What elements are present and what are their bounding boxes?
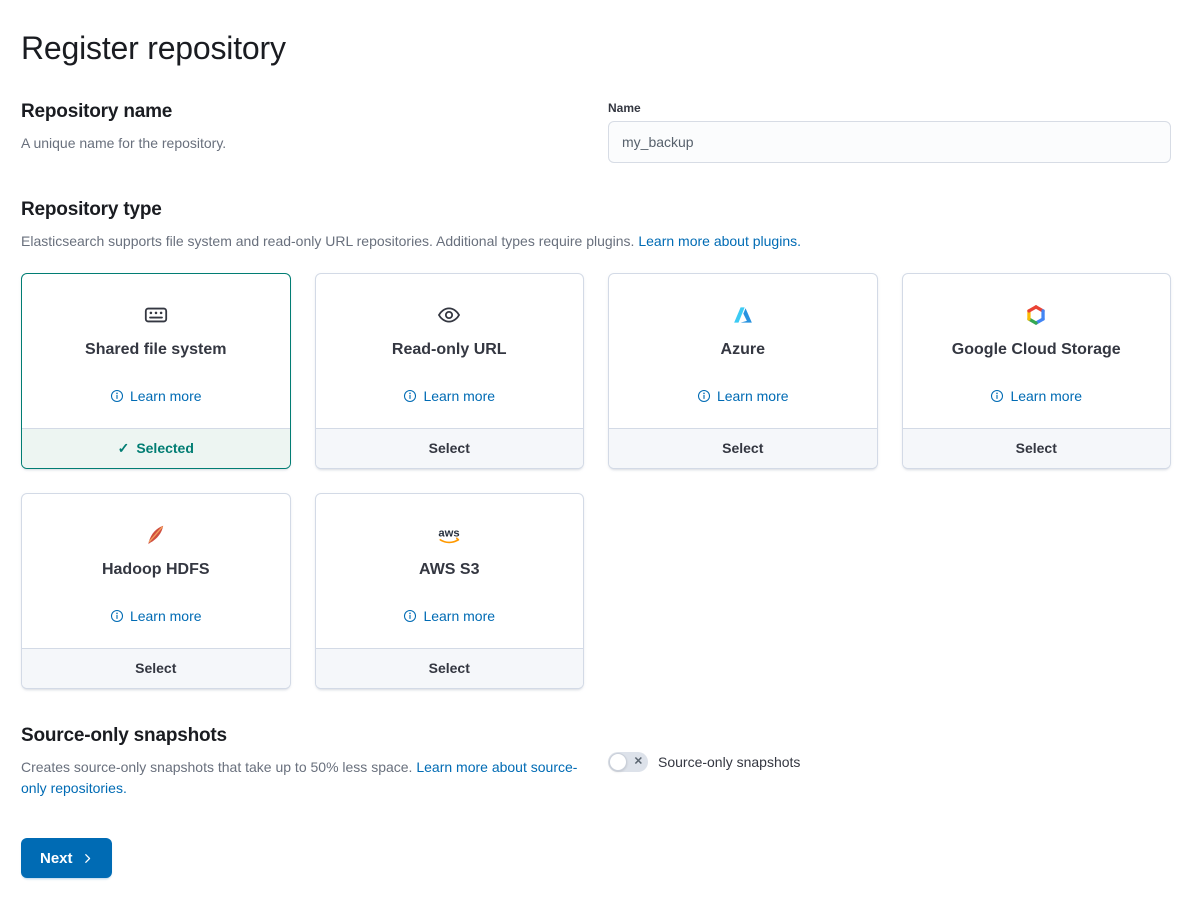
- card-footer-label: Select: [722, 440, 763, 456]
- hadoop-hdfs-feather-icon: [36, 522, 276, 548]
- repo-type-grid: Shared file system Learn more ✓ Selected…: [21, 273, 1171, 689]
- learn-more-link[interactable]: Learn more: [110, 608, 202, 624]
- repo-type-card-google-cloud-storage[interactable]: Google Cloud Storage Learn more ✓ Select: [902, 273, 1172, 469]
- select-button[interactable]: ✓ Select: [903, 428, 1171, 468]
- learn-more-label: Learn more: [130, 388, 202, 404]
- learn-more-label: Learn more: [423, 608, 495, 624]
- source-only-field-column: ✕ Source-only snapshots: [608, 752, 1171, 772]
- select-button[interactable]: ✓ Select: [316, 648, 584, 688]
- page-title: Register repository: [21, 30, 1171, 67]
- card-title: Hadoop HDFS: [36, 561, 276, 579]
- card-title: AWS S3: [330, 561, 570, 579]
- card-footer-label: Select: [135, 660, 176, 676]
- card-body: aws AWS S3 Learn more: [316, 494, 584, 648]
- card-body: Read-only URL Learn more: [316, 274, 584, 428]
- select-button[interactable]: ✓ Select: [22, 648, 290, 688]
- repo-type-card-azure[interactable]: Azure Learn more ✓ Select: [608, 273, 878, 469]
- card-body: Google Cloud Storage Learn more: [903, 274, 1171, 428]
- repo-type-card-hadoop-hdfs[interactable]: Hadoop HDFS Learn more ✓ Select: [21, 493, 291, 689]
- card-footer-label: Selected: [136, 440, 194, 456]
- info-icon: [110, 389, 124, 403]
- info-icon: [403, 389, 417, 403]
- learn-more-link[interactable]: Learn more: [990, 388, 1082, 404]
- source-only-toggle[interactable]: ✕: [608, 752, 648, 772]
- info-icon: [697, 389, 711, 403]
- aws-s3-logo-icon: aws: [330, 522, 570, 548]
- source-only-toggle-label[interactable]: Source-only snapshots: [658, 754, 800, 770]
- source-only-heading: Source-only snapshots: [21, 725, 584, 747]
- repository-type-heading: Repository type: [21, 199, 1171, 221]
- card-body: Azure Learn more: [609, 274, 877, 428]
- toggle-knob[interactable]: [609, 753, 627, 771]
- source-only-description: Creates source-only snapshots that take …: [21, 759, 412, 775]
- azure-logo-icon: [623, 302, 863, 328]
- learn-more-label: Learn more: [130, 608, 202, 624]
- card-footer-label: Select: [429, 660, 470, 676]
- google-cloud-storage-logo-icon: [917, 302, 1157, 328]
- source-only-section: Source-only snapshots Creates source-onl…: [21, 725, 1171, 800]
- next-button[interactable]: Next: [21, 838, 112, 878]
- source-only-description-row: Creates source-only snapshots that take …: [21, 757, 584, 800]
- repository-type-description-row: Elasticsearch supports file system and r…: [21, 231, 1171, 253]
- plugins-learn-more-link[interactable]: Learn more about plugins.: [638, 233, 801, 249]
- check-icon: ✓: [118, 440, 130, 457]
- repository-name-input[interactable]: [608, 121, 1171, 163]
- learn-more-link[interactable]: Learn more: [697, 388, 789, 404]
- selected-indicator[interactable]: ✓ Selected: [22, 428, 290, 468]
- select-button[interactable]: ✓ Select: [609, 428, 877, 468]
- learn-more-label: Learn more: [423, 388, 495, 404]
- info-icon: [403, 609, 417, 623]
- repo-type-card-aws-s3[interactable]: aws AWS S3 Learn more ✓ Select: [315, 493, 585, 689]
- repository-name-description: A unique name for the repository.: [21, 133, 584, 155]
- repository-type-description: Elasticsearch supports file system and r…: [21, 233, 634, 249]
- toggle-off-x-icon: ✕: [634, 757, 643, 768]
- repo-type-card-read-only-url[interactable]: Read-only URL Learn more ✓ Select: [315, 273, 585, 469]
- card-title: Google Cloud Storage: [917, 341, 1157, 359]
- source-only-toggle-row: ✕ Source-only snapshots: [608, 752, 1171, 772]
- select-button[interactable]: ✓ Select: [316, 428, 584, 468]
- repository-name-field-column: Name: [608, 101, 1171, 163]
- next-button-label: Next: [40, 850, 73, 867]
- repository-type-section: Repository type Elasticsearch supports f…: [21, 199, 1171, 689]
- repository-name-section: Repository name A unique name for the re…: [21, 101, 1171, 163]
- repository-name-heading: Repository name: [21, 101, 584, 123]
- card-body: Shared file system Learn more: [22, 274, 290, 428]
- read-only-url-eye-icon: [330, 302, 570, 328]
- name-field-label: Name: [608, 101, 1171, 115]
- card-title: Shared file system: [36, 341, 276, 359]
- card-title: Read-only URL: [330, 341, 570, 359]
- learn-more-link[interactable]: Learn more: [403, 388, 495, 404]
- chevron-right-icon: [82, 853, 93, 864]
- info-icon: [990, 389, 1004, 403]
- card-title: Azure: [623, 341, 863, 359]
- card-footer-label: Select: [429, 440, 470, 456]
- source-only-text-column: Source-only snapshots Creates source-onl…: [21, 725, 584, 800]
- shared-file-system-icon: [36, 302, 276, 328]
- card-body: Hadoop HDFS Learn more: [22, 494, 290, 648]
- learn-more-label: Learn more: [1010, 388, 1082, 404]
- info-icon: [110, 609, 124, 623]
- repository-name-text-column: Repository name A unique name for the re…: [21, 101, 584, 163]
- repo-type-card-shared-file-system[interactable]: Shared file system Learn more ✓ Selected: [21, 273, 291, 469]
- learn-more-link[interactable]: Learn more: [110, 388, 202, 404]
- register-repository-page: Register repository Repository name A un…: [0, 0, 1192, 908]
- card-footer-label: Select: [1016, 440, 1057, 456]
- learn-more-link[interactable]: Learn more: [403, 608, 495, 624]
- learn-more-label: Learn more: [717, 388, 789, 404]
